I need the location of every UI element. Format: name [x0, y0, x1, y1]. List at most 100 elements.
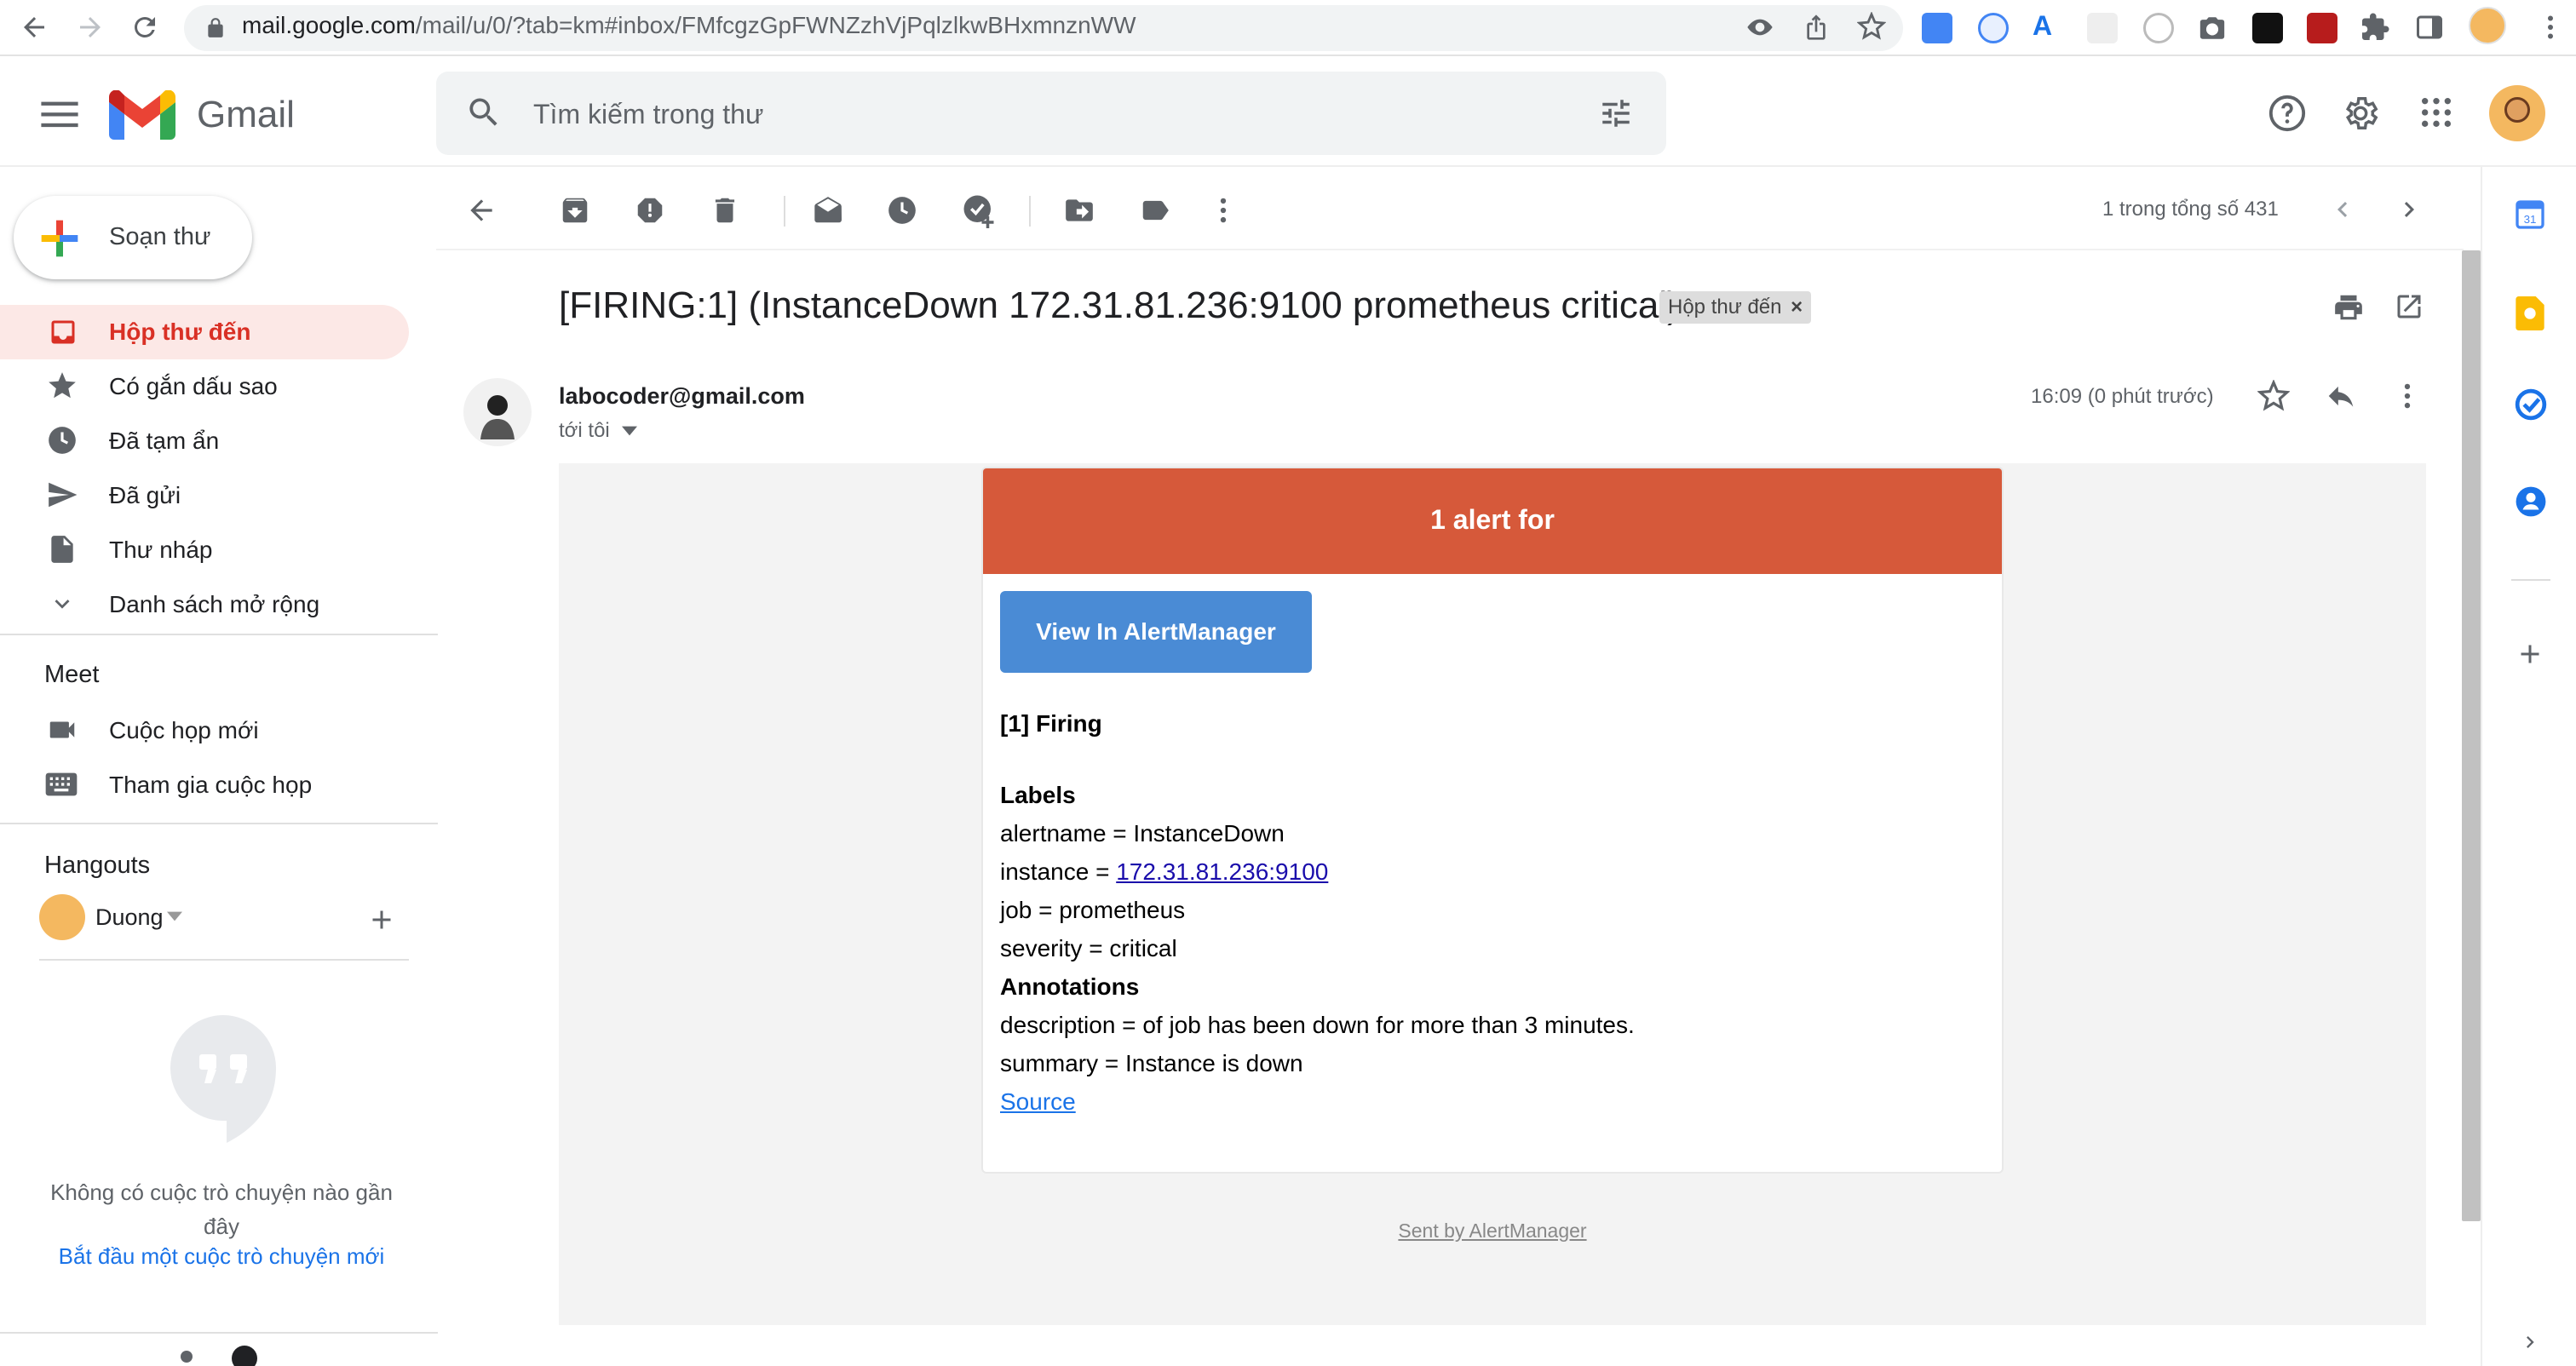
inbox-icon	[48, 317, 78, 347]
help-icon[interactable]	[2268, 94, 2307, 133]
font-extension-icon[interactable]: A	[2033, 10, 2052, 42]
extension-icon[interactable]	[1978, 13, 2009, 43]
rail-divider	[2511, 579, 2550, 581]
show-side-panel-chevron-icon[interactable]	[2518, 1330, 2542, 1354]
newer-chevron-left-icon[interactable]	[2327, 194, 2358, 225]
keep-icon[interactable]	[2515, 296, 2545, 330]
sender-avatar[interactable]	[463, 378, 532, 446]
hangouts-start-link[interactable]: Bắt đầu một cuộc trò chuyện mới	[34, 1243, 409, 1270]
hangouts-chat-icon[interactable]	[232, 1346, 257, 1366]
back-icon[interactable]	[19, 12, 49, 43]
extension-icon[interactable]	[2087, 13, 2118, 43]
extension-icon[interactable]	[2307, 13, 2337, 43]
instance-link[interactable]: 172.31.81.236:9100	[1116, 858, 1328, 885]
mark-unread-icon[interactable]	[811, 194, 845, 227]
search-options-icon[interactable]	[1598, 95, 1634, 131]
account-avatar[interactable]	[2489, 85, 2545, 141]
toolbar-bottom-divider	[436, 249, 2464, 250]
source-link[interactable]: Source	[1000, 1088, 1076, 1115]
annotations-heading: Annotations	[1000, 973, 1140, 1000]
translate-extension-icon[interactable]	[1922, 13, 1952, 43]
toolbar-divider	[1029, 196, 1031, 227]
search-icon[interactable]	[465, 94, 503, 131]
calendar-icon[interactable]: 31	[2513, 198, 2547, 232]
older-chevron-right-icon[interactable]	[2394, 194, 2424, 225]
snooze-clock-icon[interactable]	[886, 194, 918, 227]
sidebar-bottom-divider	[0, 1332, 438, 1334]
star-message-icon[interactable]	[2257, 380, 2290, 412]
caret-down-icon[interactable]	[167, 911, 182, 921]
label-severity: severity = critical	[1000, 935, 1177, 961]
add-to-tasks-icon[interactable]	[961, 192, 997, 228]
sent-by-link[interactable]: Sent by AlertManager	[981, 1220, 2004, 1243]
recipient-details-caret-icon[interactable]	[622, 426, 637, 436]
main-menu-icon[interactable]	[41, 99, 78, 129]
hangouts-empty-text: Không có cuộc trò chuyện nào gần đây	[50, 1179, 393, 1239]
keyboard-icon	[44, 770, 78, 799]
hangouts-quote-icon	[170, 1015, 276, 1143]
extensions-puzzle-icon[interactable]	[2360, 12, 2390, 43]
sidebar-item-label: Đã tạm ẩn	[109, 428, 220, 454]
chevron-down-icon	[48, 589, 77, 618]
hangouts-user-name[interactable]: Duong	[95, 904, 164, 931]
search-input[interactable]: Tìm kiếm trong thư	[533, 99, 763, 130]
side-panel-divider	[2481, 167, 2482, 1366]
hangouts-user-avatar[interactable]	[39, 894, 85, 940]
open-new-window-icon[interactable]	[2394, 291, 2424, 322]
delete-trash-icon[interactable]	[709, 194, 741, 227]
star-icon	[46, 370, 78, 402]
lock-icon[interactable]	[204, 17, 227, 39]
get-addons-plus-icon[interactable]	[2515, 639, 2545, 669]
browser-menu-icon[interactable]	[2535, 12, 2566, 43]
back-to-inbox-icon[interactable]	[465, 194, 497, 227]
reply-icon[interactable]	[2324, 380, 2358, 412]
archive-icon[interactable]	[559, 194, 591, 227]
label-chip-text: Hộp thư đến	[1668, 296, 1782, 319]
tasks-icon[interactable]	[2515, 388, 2547, 421]
camera-extension-icon[interactable]	[2198, 14, 2227, 43]
apps-grid-icon[interactable]	[2419, 95, 2453, 129]
message-more-vert-icon[interactable]	[2397, 380, 2418, 412]
clock-icon	[46, 424, 78, 456]
sidebar-item-label: Hộp thư đến	[109, 319, 251, 345]
side-panel-icon[interactable]	[2414, 12, 2445, 43]
label-instance: instance = 172.31.81.236:9100	[1000, 858, 1328, 886]
message-time: 16:09 (0 phút trước)	[2031, 385, 2214, 408]
remove-label-close-icon[interactable]: ×	[1791, 296, 1803, 319]
gmail-logo-icon[interactable]	[109, 90, 175, 140]
profile-avatar[interactable]	[2469, 7, 2506, 44]
add-icon[interactable]	[366, 904, 397, 935]
print-icon[interactable]	[2332, 291, 2365, 324]
view-in-alertmanager-button[interactable]: View In AlertManager	[1000, 591, 1312, 673]
move-to-folder-icon[interactable]	[1063, 194, 1095, 227]
person-icon[interactable]	[181, 1351, 193, 1363]
share-icon[interactable]	[1803, 14, 1830, 41]
label-icon[interactable]	[1138, 194, 1172, 227]
report-spam-icon[interactable]	[634, 194, 666, 227]
labels-heading: Labels	[1000, 782, 1076, 808]
pdf-extension-icon[interactable]	[2252, 13, 2283, 43]
url-path: /mail/u/0/?tab=km#inbox/FMfcgzGpFWNZzhVj…	[415, 12, 1136, 38]
sender-email[interactable]: labocoder@gmail.com	[559, 383, 805, 410]
reload-icon[interactable]	[129, 12, 160, 43]
url-text[interactable]: mail.google.com/mail/u/0/?tab=km#inbox/F…	[242, 12, 1136, 39]
settings-gear-icon[interactable]	[2341, 94, 2380, 133]
meet-item-label: Tham gia cuộc họp	[109, 772, 313, 798]
compose-plus-icon	[39, 218, 80, 259]
meet-section-title: Meet	[44, 661, 100, 688]
extension-icon[interactable]	[2143, 13, 2174, 43]
svg-text:31: 31	[2524, 213, 2537, 226]
sidebar-item-label: Đã gửi	[109, 482, 181, 508]
annotation-description: description = of job has been down for m…	[1000, 1012, 1635, 1038]
forward-icon[interactable]	[75, 12, 106, 43]
annotation-summary: summary = Instance is down	[1000, 1050, 1303, 1076]
hangouts-section-title: Hangouts	[44, 852, 151, 879]
eye-icon[interactable]	[1746, 14, 1774, 41]
inbox-label-chip[interactable]: Hộp thư đến ×	[1659, 291, 1812, 324]
contacts-icon[interactable]	[2515, 485, 2547, 518]
gmail-logo-text[interactable]: Gmail	[197, 94, 295, 136]
bookmark-star-icon[interactable]	[1857, 12, 1886, 41]
sidebar-item-label: Danh sách mở rộng	[109, 591, 320, 617]
scrollbar-thumb[interactable]	[2462, 250, 2481, 1221]
more-vert-icon[interactable]	[1213, 194, 1233, 227]
